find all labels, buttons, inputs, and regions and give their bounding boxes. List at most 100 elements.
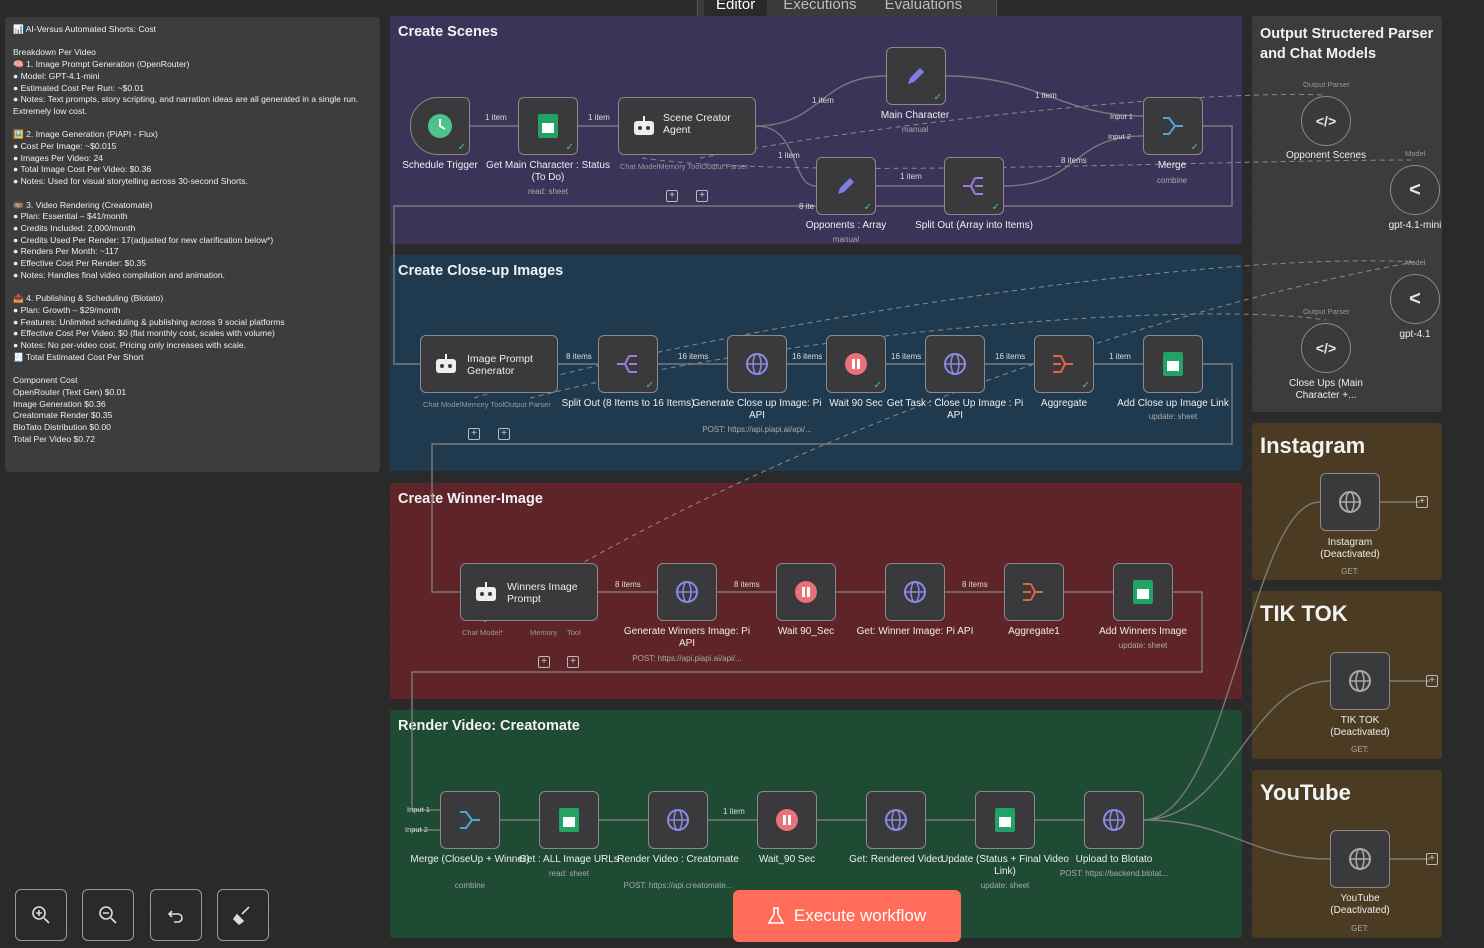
undo-icon xyxy=(167,910,183,923)
note-line: 📤 4. Publishing & Scheduling (Blotato) xyxy=(13,293,164,304)
note-line: ● Cost Per Image: ~$0.015 xyxy=(13,141,117,152)
upload-blotato-node[interactable] xyxy=(1084,791,1144,849)
reset-zoom-button[interactable] xyxy=(150,889,202,941)
note-line: 🎞️ 3. Video Rendering (Creatomate) xyxy=(13,199,153,210)
globe-icon xyxy=(674,579,700,605)
zoom-out-button[interactable] xyxy=(82,889,134,941)
globe-icon xyxy=(883,807,909,833)
node-subtitle: POST: https://api.creatomate... xyxy=(623,881,733,890)
add-tool-button[interactable]: + xyxy=(498,428,510,440)
node-label: Winners Image Prompt xyxy=(507,581,578,605)
node-subtitle: combine xyxy=(454,881,486,890)
edge-label: 1 item xyxy=(900,172,922,181)
generate-closeup-node[interactable] xyxy=(727,335,787,393)
edge-label: 16 items xyxy=(995,352,1026,361)
get-main-character-node[interactable]: ✓ xyxy=(518,97,578,155)
gpt-4-1-node[interactable]: < xyxy=(1390,274,1440,324)
add-node-button[interactable]: + xyxy=(1426,675,1438,687)
get-winner-image-node[interactable] xyxy=(885,563,945,621)
clock-icon xyxy=(427,113,453,139)
edge-label: 1 item xyxy=(1035,91,1057,100)
scene-creator-agent-node[interactable]: Scene Creator Agent xyxy=(618,97,756,155)
add-tool-button[interactable]: + xyxy=(567,656,579,668)
google-sheets-icon xyxy=(992,807,1018,833)
execute-workflow-button[interactable]: Execute workflow xyxy=(733,890,961,942)
note-line: ● Notes: Handles final video compilation… xyxy=(13,269,226,280)
add-winners-image-node[interactable] xyxy=(1113,563,1173,621)
add-node-button[interactable]: + xyxy=(1416,496,1428,508)
split-out-array-node[interactable]: ✓ xyxy=(944,157,1004,215)
node-label: Merge xyxy=(1157,160,1187,171)
close-ups-parser-node[interactable]: </> xyxy=(1301,323,1351,373)
success-check-icon: ✓ xyxy=(645,380,654,391)
note-line: ● Plan: Essential – $41/month xyxy=(13,211,128,222)
get-task-closeup-node[interactable] xyxy=(925,335,985,393)
schedule-trigger-node[interactable]: ✓ xyxy=(410,97,470,155)
add-tool-button[interactable]: + xyxy=(696,190,708,202)
success-check-icon: ✓ xyxy=(457,142,466,153)
wait-90-sec-c-node[interactable] xyxy=(757,791,817,849)
node-label: Add Close up Image Link xyxy=(1117,398,1229,409)
add-closeup-link-node[interactable] xyxy=(1143,335,1203,393)
success-check-icon: ✓ xyxy=(1190,142,1199,153)
success-check-icon: ✓ xyxy=(1081,380,1090,391)
node-label: Opponents : Array xyxy=(805,220,887,231)
split-out-16-node[interactable]: ✓ xyxy=(598,335,658,393)
node-subtitle: GET: xyxy=(1341,567,1359,576)
wait-90-sec-b-node[interactable] xyxy=(776,563,836,621)
port-tag: Output Parser xyxy=(1303,80,1350,89)
update-status-node[interactable] xyxy=(975,791,1035,849)
note-line xyxy=(13,281,372,293)
node-label: Main Character xyxy=(880,110,950,121)
aggregate-node[interactable]: ✓ xyxy=(1034,335,1094,393)
node-subtitle: POST: https://api.piapi.ai/api/... xyxy=(632,654,742,663)
code-icon: </> xyxy=(1315,340,1337,356)
add-model-button[interactable]: + xyxy=(468,428,480,440)
opponent-scenes-parser-node[interactable]: </> xyxy=(1301,96,1351,146)
openrouter-icon: < xyxy=(1409,178,1421,201)
google-sheets-icon xyxy=(1160,351,1186,377)
node-subtitle: read: sheet xyxy=(548,869,590,878)
tidy-up-button[interactable] xyxy=(217,889,269,941)
port-tag: Model xyxy=(1405,149,1426,158)
merge-node[interactable]: ✓ xyxy=(1143,97,1203,155)
note-line: Image Generation $0.36 xyxy=(13,398,106,409)
agent-port-labels: Chat ModelMemory ToolOutput Parser xyxy=(620,162,748,171)
get-all-image-urls-node[interactable] xyxy=(539,791,599,849)
add-model-button[interactable]: + xyxy=(666,190,678,202)
section-title: YouTube xyxy=(1260,780,1351,805)
add-memory-button[interactable]: + xyxy=(538,656,550,668)
render-video-node[interactable] xyxy=(648,791,708,849)
node-label: YouTube (Deactivated) xyxy=(1330,893,1390,916)
gpt-4-1-mini-node[interactable]: < xyxy=(1390,165,1440,215)
cost-breakdown-note[interactable]: 📊 AI-Versus Automated Shorts: Cost Break… xyxy=(5,17,380,472)
image-prompt-generator-node[interactable]: Image Prompt Generator xyxy=(420,335,558,393)
get-rendered-video-node[interactable] xyxy=(866,791,926,849)
node-subtitle: POST: https://api.piapi.ai/api/... xyxy=(702,425,812,434)
node-label: Image Prompt Generator xyxy=(467,353,533,377)
merge-input1-label: Input 1 xyxy=(407,805,430,814)
note-line: ● Notes: Text prompts, story scripting, … xyxy=(13,94,361,116)
node-label: gpt-4.1-mini xyxy=(1388,220,1442,231)
merge-closeup-winner-node[interactable] xyxy=(440,791,500,849)
aggregate1-node[interactable] xyxy=(1004,563,1064,621)
zoom-in-button[interactable] xyxy=(15,889,67,941)
section-title: Create Scenes xyxy=(398,24,498,40)
port-tag: Output Parser xyxy=(1303,307,1350,316)
split-icon xyxy=(961,173,987,199)
merge-icon xyxy=(1160,113,1186,139)
globe-icon xyxy=(1347,668,1373,694)
add-node-button[interactable]: + xyxy=(1426,853,1438,865)
wait-90-sec-node[interactable]: ✓ xyxy=(826,335,886,393)
edge-label: 1 item xyxy=(485,113,507,122)
note-line: ● Model: GPT-4.1-mini xyxy=(13,70,100,81)
generate-winners-node[interactable] xyxy=(657,563,717,621)
opponents-array-node[interactable]: ✓ xyxy=(816,157,876,215)
winners-image-prompt-node[interactable]: Winners Image Prompt xyxy=(460,563,598,621)
tiktok-node[interactable] xyxy=(1330,652,1390,710)
main-character-node[interactable]: ✓ xyxy=(886,47,946,105)
merge-input2-label: Input 2 xyxy=(1108,132,1131,141)
instagram-node[interactable] xyxy=(1320,473,1380,531)
aggregate-icon xyxy=(1051,351,1077,377)
youtube-node[interactable] xyxy=(1330,830,1390,888)
